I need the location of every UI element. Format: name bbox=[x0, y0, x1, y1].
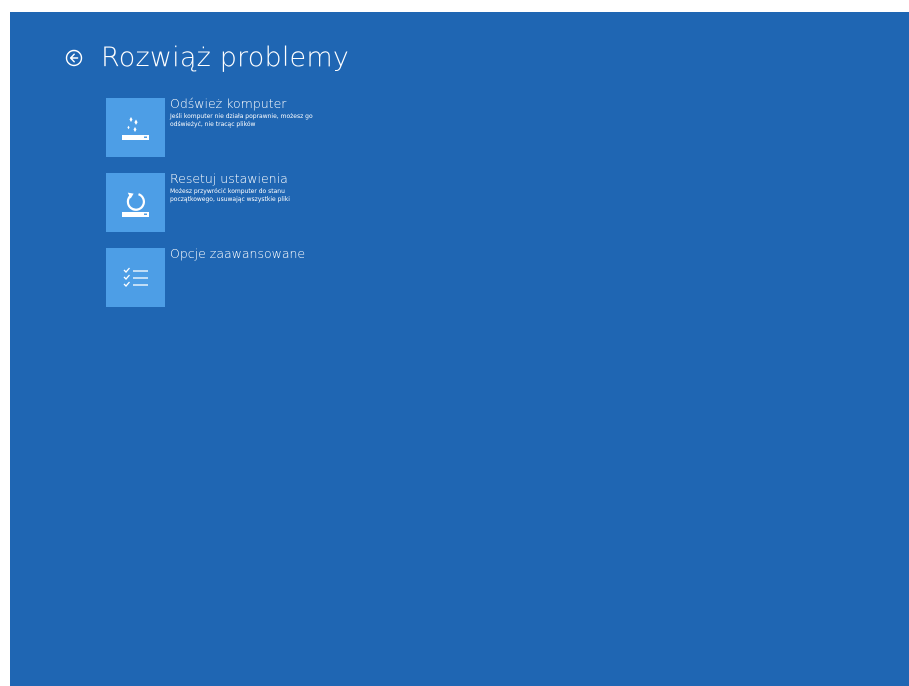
options-list: Odśwież komputer Jeśli komputer nie dzia… bbox=[106, 96, 366, 323]
checklist-icon bbox=[123, 267, 148, 287]
refresh-pc-text: Odśwież komputer Jeśli komputer nie dzia… bbox=[170, 96, 350, 129]
advanced-options-text: Opcje zaawansowane bbox=[170, 246, 350, 263]
troubleshoot-screen: Rozwiąż problemy Odśwież komputer Jeśli … bbox=[10, 12, 909, 686]
header: Rozwiąż problemy bbox=[64, 40, 349, 76]
back-arrow-circle-icon bbox=[65, 49, 83, 67]
reset-pc-text: Resetuj ustawienia Możesz przywrócić kom… bbox=[170, 171, 350, 204]
refresh-pc-option[interactable]: Odśwież komputer Jeśli komputer nie dzia… bbox=[106, 96, 366, 158]
page-title: Rozwiąż problemy bbox=[101, 42, 350, 73]
refresh-sparkle-icon bbox=[121, 116, 149, 140]
refresh-pc-tile[interactable] bbox=[106, 98, 165, 157]
refresh-pc-title: Odśwież komputer bbox=[170, 96, 287, 111]
advanced-options-title: Opcje zaawansowane bbox=[170, 246, 306, 261]
back-button[interactable] bbox=[64, 48, 84, 68]
reset-pc-title: Resetuj ustawienia bbox=[170, 171, 288, 186]
advanced-options-option[interactable]: Opcje zaawansowane bbox=[106, 246, 366, 308]
reset-pc-option[interactable]: Resetuj ustawienia Możesz przywrócić kom… bbox=[106, 171, 366, 233]
reset-pc-description: Możesz przywrócić komputer do stanu pocz… bbox=[170, 188, 290, 203]
reset-pc-tile[interactable] bbox=[106, 173, 165, 232]
advanced-options-tile[interactable] bbox=[106, 248, 165, 307]
refresh-pc-description: Jeśli komputer nie działa poprawnie, moż… bbox=[170, 113, 313, 128]
reset-circular-arrow-icon bbox=[121, 192, 149, 217]
